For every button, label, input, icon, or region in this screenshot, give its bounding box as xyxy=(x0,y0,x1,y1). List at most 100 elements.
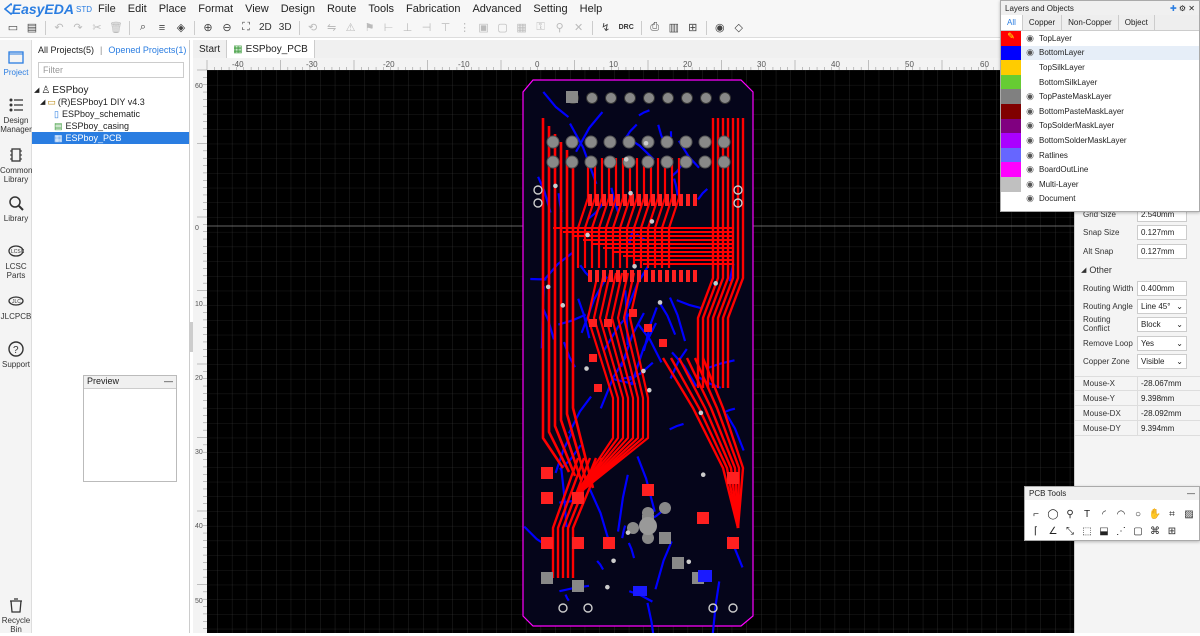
layer-color-swatch[interactable] xyxy=(1001,89,1021,104)
tree-owner[interactable]: ◢ ♙ ESPboy xyxy=(32,84,189,96)
pcb-board[interactable] xyxy=(523,80,753,633)
menu-place[interactable]: Place xyxy=(153,3,193,15)
eye-icon[interactable]: ◉ xyxy=(1021,106,1039,117)
layer-color-swatch[interactable] xyxy=(1001,60,1021,75)
distribute-icon[interactable]: ⋮ xyxy=(456,19,474,37)
minimize-icon[interactable]: — xyxy=(1187,489,1195,498)
layer-row-ratlines[interactable]: ◉Ratlines xyxy=(1001,148,1199,163)
layer-row-topsilklayer[interactable]: TopSilkLayer xyxy=(1001,60,1199,75)
routing-width-input[interactable]: 0.400mm xyxy=(1137,281,1187,296)
menu-help[interactable]: Help xyxy=(574,3,609,15)
layer-row-bottompastemasklayer[interactable]: ◉BottomPasteMaskLayer xyxy=(1001,104,1199,119)
pin-icon[interactable]: ⚲ xyxy=(551,19,569,37)
select-tool-icon[interactable]: ⊞ xyxy=(1165,524,1179,538)
layer-row-topsoldermasklayer[interactable]: ◉TopSolderMaskLayer xyxy=(1001,119,1199,134)
tab-espboy-pcb[interactable]: ▦ ESPboy_PCB xyxy=(227,40,315,58)
menu-view[interactable]: View xyxy=(239,3,275,15)
layer-color-swatch[interactable] xyxy=(1001,119,1021,134)
tree-file-schematic[interactable]: ▯ ESPboy_schematic xyxy=(32,108,189,120)
zoom-out-icon[interactable]: ⊖ xyxy=(218,19,236,37)
layer-row-bottomlayer[interactable]: ◉BottomLayer xyxy=(1001,46,1199,61)
rotate-icon[interactable]: ⟲ xyxy=(304,19,322,37)
eye-icon[interactable]: ◉ xyxy=(1021,164,1039,175)
eye-icon[interactable]: ◉ xyxy=(1021,47,1039,58)
eye-icon[interactable]: ◉ xyxy=(1021,120,1039,131)
snap-size-input[interactable]: 0.127mm xyxy=(1137,225,1187,240)
measure-tool-icon[interactable]: ⋰ xyxy=(1114,524,1128,538)
lock-icon[interactable]: ⚿ xyxy=(532,19,550,37)
nav-design-manager[interactable]: Design Manager xyxy=(0,96,32,134)
undo-icon[interactable]: ↶ xyxy=(50,19,68,37)
view-2d-button[interactable]: 2D xyxy=(256,22,275,33)
menu-tools[interactable]: Tools xyxy=(362,3,400,15)
nav-lcsc-parts[interactable]: LCSC LCSC Parts xyxy=(0,242,32,280)
layer-color-swatch[interactable] xyxy=(1001,148,1021,163)
layers-tab-all[interactable]: All xyxy=(1001,15,1023,30)
layer-row-document[interactable]: ◉Document xyxy=(1001,192,1199,207)
layer-row-bottomsoldermasklayer[interactable]: ◉BottomSolderMaskLayer xyxy=(1001,133,1199,148)
gerber-icon[interactable]: ⊞ xyxy=(684,19,702,37)
copper-area-tool-icon[interactable]: ⌗ xyxy=(1165,507,1179,521)
circle-tool-icon[interactable]: ○ xyxy=(1131,507,1145,521)
fit-view-icon[interactable]: ⛶ xyxy=(237,19,255,37)
camera-icon[interactable]: ◉ xyxy=(711,19,729,37)
layer-row-bottomsilklayer[interactable]: BottomSilkLayer xyxy=(1001,75,1199,90)
connect-pad-tool-icon[interactable]: ⌈ xyxy=(1029,524,1043,538)
collapse-triangle-icon[interactable]: ◢ xyxy=(40,98,45,106)
save-icon[interactable]: ▤ xyxy=(23,19,41,37)
minimize-icon[interactable]: — xyxy=(164,376,173,388)
open-icon[interactable]: ▭ xyxy=(4,19,22,37)
cross-icon[interactable]: ✕ xyxy=(570,19,588,37)
arc-tool-icon[interactable]: ◜ xyxy=(1097,507,1111,521)
layer-color-swatch[interactable] xyxy=(1001,75,1021,90)
copper-zone-select[interactable]: Visible⌄ xyxy=(1137,354,1187,369)
cross-ref-tool-icon[interactable]: ⌘ xyxy=(1148,524,1162,538)
menu-edit[interactable]: Edit xyxy=(122,3,153,15)
close-icon[interactable]: ✕ xyxy=(1188,4,1195,13)
nav-support[interactable]: ? Support xyxy=(0,340,32,369)
remove-loop-select[interactable]: Yes⌄ xyxy=(1137,336,1187,351)
hole-tool-icon[interactable]: ⬚ xyxy=(1080,524,1094,538)
layer-color-swatch[interactable] xyxy=(1001,133,1021,148)
routing-conflict-select[interactable]: Block⌄ xyxy=(1137,317,1187,332)
nav-jlcpcb[interactable]: JLC JLCPCB xyxy=(0,292,32,321)
menu-file[interactable]: File xyxy=(92,3,122,15)
drc-button[interactable]: DRC xyxy=(616,24,637,31)
dimension-tool-icon[interactable]: ⤡ xyxy=(1063,524,1077,538)
menu-setting[interactable]: Setting xyxy=(527,3,573,15)
alt-snap-input[interactable]: 0.127mm xyxy=(1137,244,1187,259)
nav-recycle-bin[interactable]: Recycle Bin xyxy=(0,596,32,634)
ungroup-icon[interactable]: ▢ xyxy=(494,19,512,37)
tree-file-casing[interactable]: ▤ ESPboy_casing xyxy=(32,120,189,132)
layer-color-swatch[interactable] xyxy=(1001,162,1021,177)
flip-icon[interactable]: ⇋ xyxy=(323,19,341,37)
pad-tool-icon[interactable]: ◯ xyxy=(1046,507,1060,521)
list-icon[interactable]: ≡ xyxy=(153,19,171,37)
export-icon[interactable]: ⎙ xyxy=(646,19,664,37)
menu-format[interactable]: Format xyxy=(192,3,239,15)
layers-tab-non-copper[interactable]: Non-Copper xyxy=(1062,15,1119,30)
eye-icon[interactable]: ◉ xyxy=(1021,135,1039,146)
menu-fabrication[interactable]: Fabrication xyxy=(400,3,466,15)
layer-color-swatch[interactable] xyxy=(1001,46,1021,61)
tab-start[interactable]: Start xyxy=(193,40,227,58)
menu-design[interactable]: Design xyxy=(275,3,321,15)
align-top-icon[interactable]: ⊤ xyxy=(437,19,455,37)
layer-color-swatch[interactable] xyxy=(1001,104,1021,119)
tree-project[interactable]: ◢ ▭ (R)ESPboy1 DIY v4.3 xyxy=(32,96,189,108)
pan-tool-icon[interactable]: ✋ xyxy=(1148,507,1162,521)
filter-input[interactable]: Filter xyxy=(38,62,184,78)
layer-color-swatch[interactable] xyxy=(1001,177,1021,192)
eye-icon[interactable]: ◉ xyxy=(1021,150,1039,161)
warn-icon[interactable]: ⚠ xyxy=(342,19,360,37)
cut-icon[interactable]: ✂ xyxy=(88,19,106,37)
rectangle-tool-icon[interactable]: ▢ xyxy=(1131,524,1145,538)
layer-color-swatch[interactable] xyxy=(1001,192,1021,207)
eye-icon[interactable]: ◉ xyxy=(1021,179,1039,190)
view-3d-button[interactable]: 3D xyxy=(276,22,295,33)
layers-stack-icon[interactable]: ◈ xyxy=(172,19,190,37)
pcb-canvas[interactable]: -40 -30 -20 -10 0 10 20 30 40 50 60 0 10… xyxy=(193,58,1074,633)
layer-manager-icon[interactable]: ◇ xyxy=(730,19,748,37)
gear-icon[interactable]: ⚙ xyxy=(1179,4,1186,13)
text-tool-icon[interactable]: T xyxy=(1080,507,1094,521)
